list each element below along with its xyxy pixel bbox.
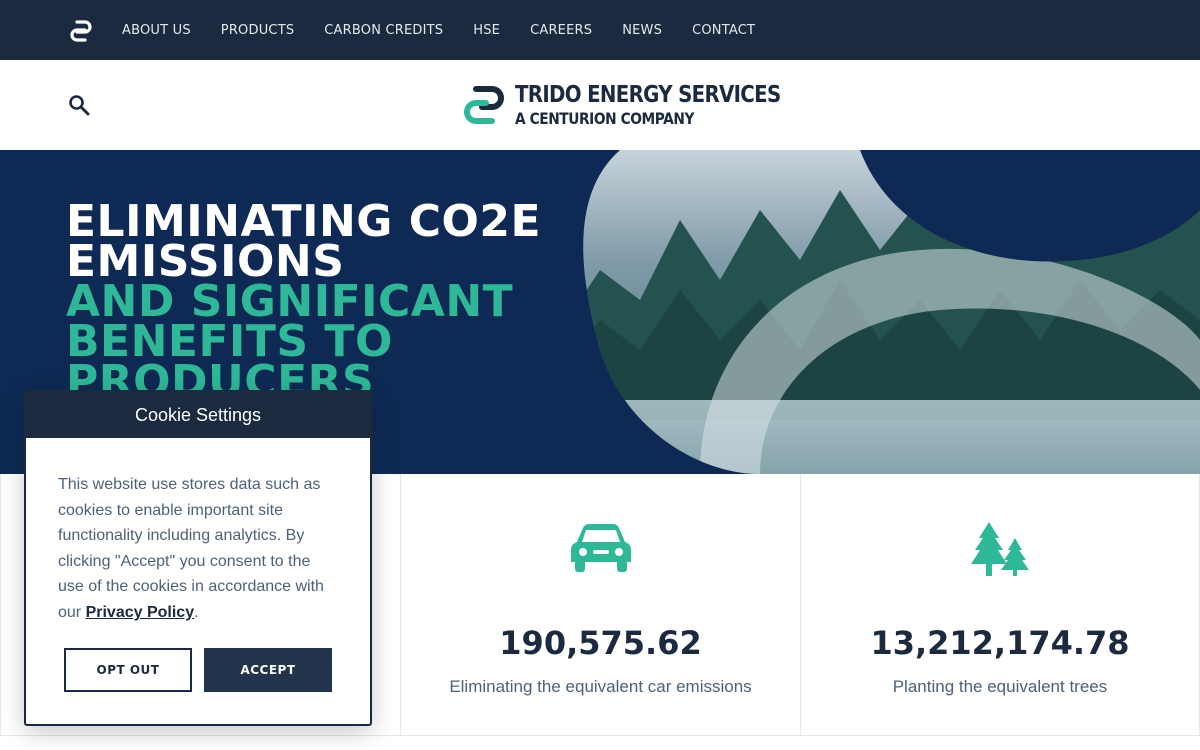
nav-hse[interactable]: HSE bbox=[473, 23, 500, 38]
nav-news[interactable]: NEWS bbox=[622, 23, 662, 38]
trido-logo-mark-icon bbox=[464, 86, 504, 124]
stat-value-trees: 13,212,174.78 bbox=[870, 624, 1130, 662]
brand-name: TRIDO ENERGY SERVICES bbox=[515, 82, 781, 108]
trees-icon bbox=[971, 522, 1029, 576]
cookie-body-text: This website use stores data such as coo… bbox=[58, 476, 324, 621]
top-navigation-bar: ABOUT US PRODUCTS CARBON CREDITS HSE CAR… bbox=[0, 0, 1200, 60]
brand-logo[interactable]: TRIDO ENERGY SERVICES A CENTURION COMPAN… bbox=[462, 82, 781, 129]
nav-carbon-credits[interactable]: CARBON CREDITS bbox=[324, 23, 443, 38]
hero-title: ELIMINATING CO2E EMISSIONS AND SIGNIFICA… bbox=[66, 200, 541, 404]
nav-contact[interactable]: CONTACT bbox=[692, 23, 755, 38]
cookie-body-end: . bbox=[194, 603, 199, 621]
stat-caption-trees: Planting the equivalent trees bbox=[892, 677, 1108, 696]
accept-button[interactable]: ACCEPT bbox=[204, 648, 332, 692]
stat-card-car: 190,575.62 Eliminating the equivalent ca… bbox=[400, 474, 800, 736]
opt-out-button[interactable]: OPT OUT bbox=[64, 648, 192, 692]
nav-about-us[interactable]: ABOUT US bbox=[122, 23, 191, 38]
stat-card-trees: 13,212,174.78 Planting the equivalent tr… bbox=[800, 474, 1200, 736]
cookie-settings-dialog: Cookie Settings This website use stores … bbox=[24, 390, 372, 726]
nav-careers[interactable]: CAREERS bbox=[530, 23, 592, 38]
search-icon[interactable] bbox=[68, 94, 90, 116]
cookie-dialog-text: This website use stores data such as coo… bbox=[58, 472, 338, 626]
cookie-dialog-title: Cookie Settings bbox=[26, 392, 370, 438]
brand-tagline: A CENTURION COMPANY bbox=[515, 109, 695, 128]
privacy-policy-link[interactable]: Privacy Policy bbox=[86, 604, 195, 621]
main-nav: ABOUT US PRODUCTS CARBON CREDITS HSE CAR… bbox=[122, 0, 785, 60]
trido-logo-icon[interactable] bbox=[69, 19, 93, 43]
nav-products[interactable]: PRODUCTS bbox=[221, 23, 295, 38]
stat-caption-car: Eliminating the equivalent car emissions bbox=[449, 677, 752, 696]
stat-value-car: 190,575.62 bbox=[499, 624, 702, 662]
car-icon bbox=[570, 524, 631, 572]
